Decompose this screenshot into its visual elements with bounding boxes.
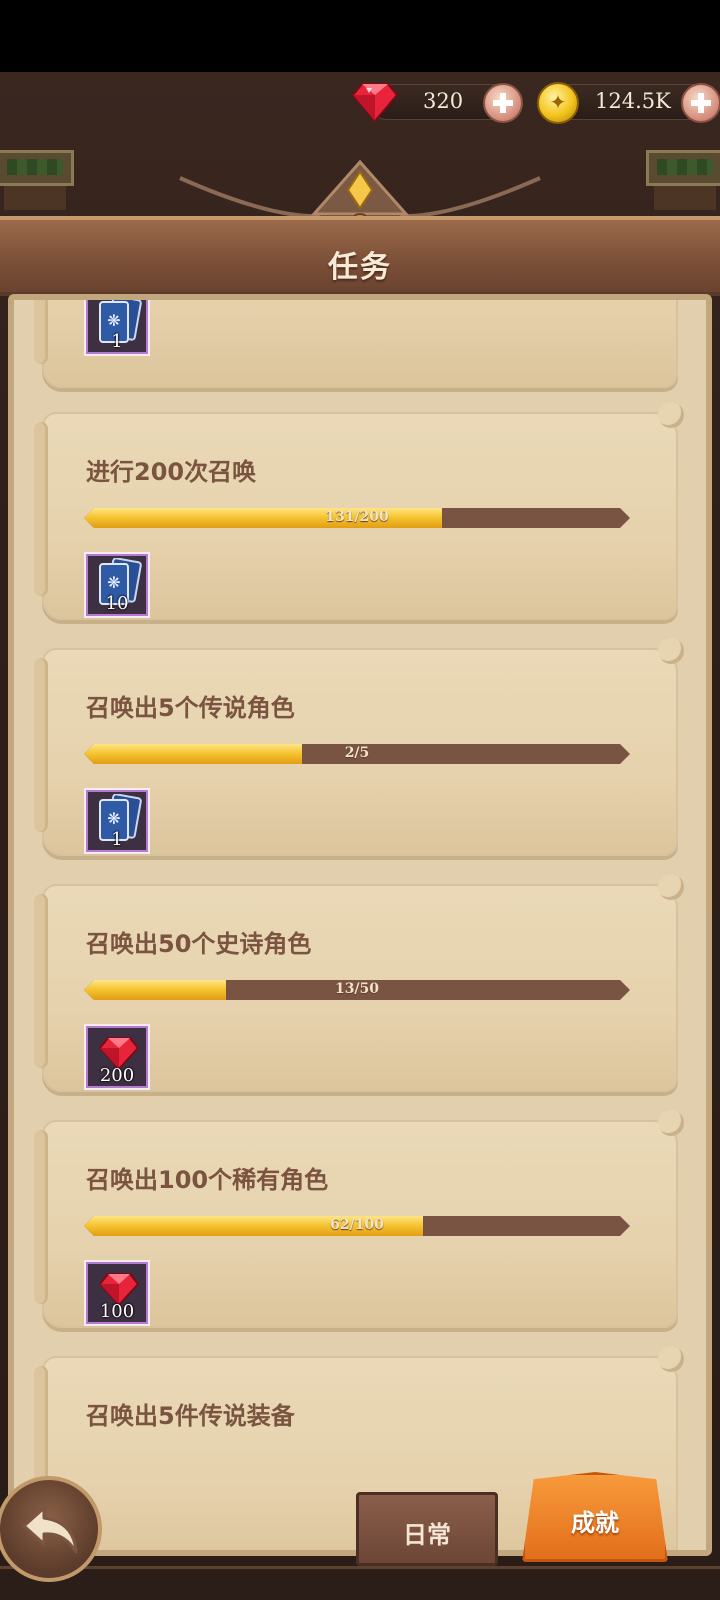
task-progress-bar: 62/100 — [84, 1216, 630, 1236]
progress-text: 131/200 — [325, 509, 389, 525]
svg-text:❋: ❋ — [107, 809, 120, 828]
progress-text: 2/5 — [344, 745, 370, 761]
task-panel[interactable]: ❋ 1 进行200次召唤 131/200 ❋ 10 召唤出5个传说角色 2/5 … — [8, 294, 712, 1556]
task-card: ❋ 1 — [34, 300, 678, 388]
reward-count: 200 — [99, 1065, 135, 1086]
reward-slot[interactable]: ❋ 10 — [84, 552, 150, 618]
status-bar — [0, 0, 720, 72]
back-arrow-icon — [22, 1506, 78, 1554]
task-title: 召唤出50个史诗角色 — [86, 930, 312, 958]
reward-count: 10 — [105, 593, 129, 614]
svg-text:❋: ❋ — [107, 573, 120, 592]
tab-daily[interactable]: 日常 — [356, 1492, 498, 1566]
add-gems-button[interactable] — [483, 83, 523, 123]
tab-daily-label: 日常 — [403, 1521, 451, 1549]
task-card: 进行200次召唤 131/200 ❋ 10 — [34, 402, 684, 620]
gold-coin-icon — [537, 82, 579, 124]
bottom-bar — [0, 1566, 720, 1600]
reward-count: 1 — [111, 331, 123, 352]
task-progress-bar: 131/200 — [84, 508, 630, 528]
gem-icon — [352, 83, 398, 122]
svg-text:❋: ❋ — [107, 311, 120, 330]
right-pillar-decoration — [646, 150, 720, 210]
gem-amount: 320 — [423, 89, 464, 113]
reward-slot[interactable]: ❋ 1 — [84, 300, 150, 356]
task-card: 召唤出5个传说角色 2/5 ❋ 1 — [34, 638, 684, 856]
reward-slot[interactable]: 200 — [84, 1024, 150, 1090]
reward-slot[interactable]: 100 — [84, 1260, 150, 1326]
left-pillar-decoration — [0, 150, 74, 210]
progress-text: 13/50 — [334, 981, 380, 997]
reward-slot[interactable]: ❋ 1 — [84, 788, 150, 854]
reward-count: 100 — [99, 1301, 135, 1322]
page-title: 任务 — [328, 250, 392, 285]
task-title: 进行200次召唤 — [86, 458, 257, 486]
add-gold-button[interactable] — [681, 83, 720, 123]
reward-count: 1 — [111, 829, 123, 850]
task-title: 召唤出5件传说装备 — [86, 1402, 295, 1430]
tab-achievement-label: 成就 — [571, 1509, 619, 1537]
task-card: 召唤出100个稀有角色 62/100 100 — [34, 1110, 684, 1328]
tab-achievement[interactable]: 成就 — [522, 1472, 668, 1562]
task-title: 召唤出100个稀有角色 — [86, 1166, 329, 1194]
task-progress-bar: 13/50 — [84, 980, 630, 1000]
task-card: 召唤出50个史诗角色 13/50 200 — [34, 874, 684, 1092]
back-button[interactable] — [0, 1476, 102, 1582]
title-banner: 任务 — [0, 216, 720, 296]
task-progress-bar: 2/5 — [84, 744, 630, 764]
task-title: 召唤出5个传说角色 — [86, 694, 295, 722]
quest-screen: 320 124.5K 任务 — [0, 72, 720, 1600]
gold-amount: 124.5K — [595, 89, 671, 113]
progress-text: 62/100 — [330, 1217, 384, 1233]
